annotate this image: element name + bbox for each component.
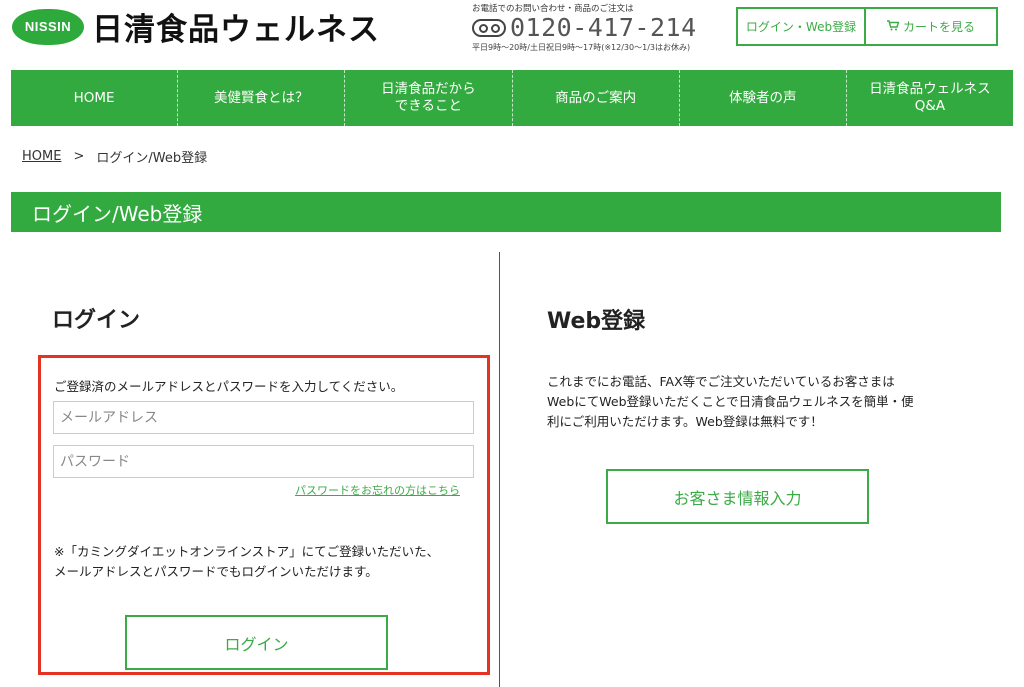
customer-info-button-label: お客さま情報入力 [673,488,802,508]
nav-item-about[interactable]: 美健賢食とは？ [177,70,344,126]
brand-name: 日清食品ウェルネス [92,12,380,48]
web-register-description: これまでにお電話、FAX等でご注文いただいているお客さまは WebにてWeb登録… [547,374,914,429]
password-field[interactable] [53,445,474,478]
login-heading: ログイン [52,308,141,333]
breadcrumb-current: ログイン/Web登録 [96,151,208,166]
forgot-password-link[interactable]: パスワードをお忘れの方はこちら [295,482,460,498]
phone-row: 0120-417-214 [472,15,712,41]
view-cart-label: カートを見る [902,20,975,34]
nav-item-what-we-can-do[interactable]: 日清食品だから できること [344,70,511,126]
site-logo[interactable]: NISSIN 日清食品ウェルネス [12,4,380,49]
nav-item-home[interactable]: HOME [11,70,177,126]
nav-item-faq[interactable]: 日清食品ウェルネス Q&A [845,70,1013,126]
page-title: ログイン/Web登録 [11,192,1001,232]
login-note: ※「カミングダイエットオンラインストア」にてご登録いただいた、 メールアドレスと… [54,544,440,579]
phone-hours: 平日9時〜20時/土日祝日9時〜17時(※12/30〜1/3はお休み) [472,43,691,52]
login-button-label: ログイン [224,634,289,654]
breadcrumb-separator: > [73,149,85,164]
breadcrumb-home-link[interactable]: HOME [22,149,61,164]
customer-info-button[interactable]: お客さま情報入力 [606,469,869,524]
freedial-icon [472,19,506,37]
web-register-heading: Web登録 [547,309,646,334]
login-form: ご登録済のメールアドレスとパスワードを入力してください。 パスワードをお忘れの方… [38,355,490,675]
nav-item-products[interactable]: 商品のご案内 [511,70,679,126]
login-instructions: ご登録済のメールアドレスとパスワードを入力してください。 [54,379,404,394]
column-divider [499,252,500,687]
nav-item-testimonials[interactable]: 体験者の声 [678,70,846,126]
phone-contact: お電話でのお問い合わせ・商品のご注文は 0120-417-214 平日9時〜20… [472,2,712,53]
email-field[interactable] [53,401,474,434]
login-register-label: ログイン・Web登録 [745,20,857,34]
nissin-logo-badge: NISSIN [12,8,84,45]
phone-number[interactable]: 0120-417-214 [510,15,697,41]
site-header: NISSIN 日清食品ウェルネス お電話でのお問い合わせ・商品のご注文は 012… [0,0,1024,70]
login-register-button[interactable]: ログイン・Web登録 [736,7,866,46]
view-cart-button[interactable]: カートを見る [866,7,998,46]
cart-icon [886,19,900,34]
main-nav: HOME 美健賢食とは？ 日清食品だから できること 商品のご案内 体験者の声 … [11,70,1013,126]
breadcrumb: HOME > ログイン/Web登録 [22,147,207,166]
login-button[interactable]: ログイン [125,615,388,670]
